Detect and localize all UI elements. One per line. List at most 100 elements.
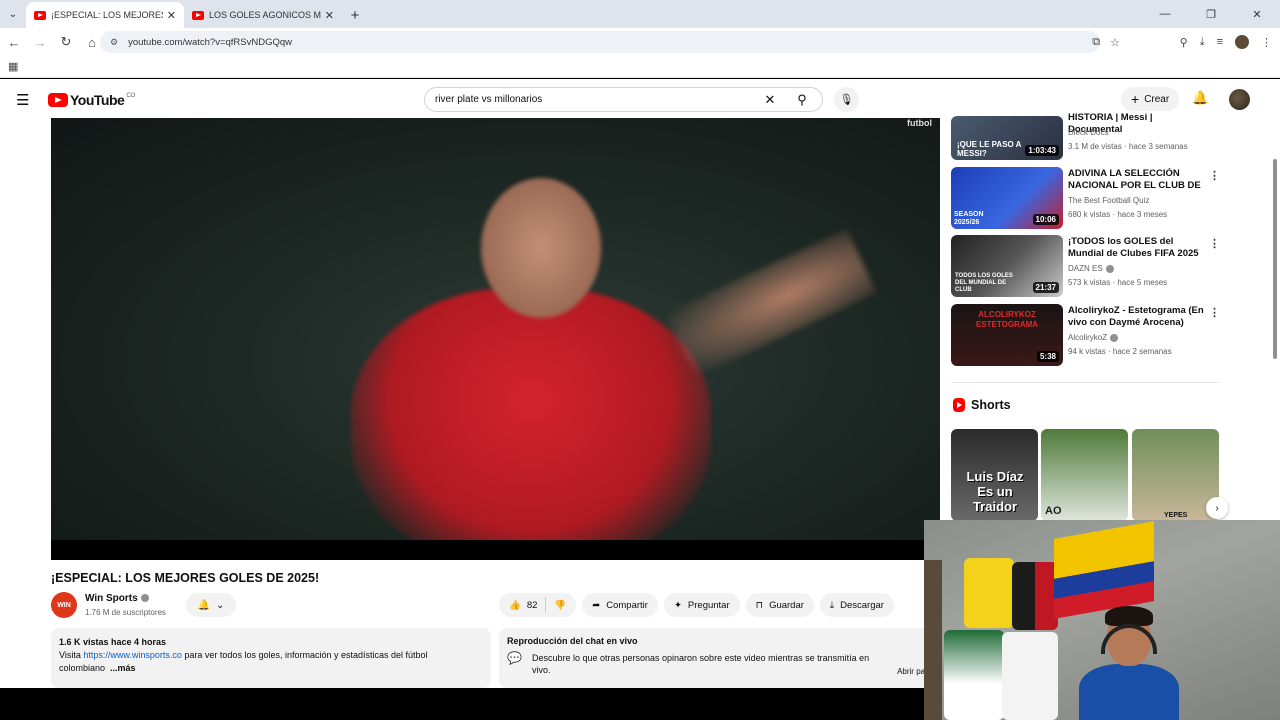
player-red-jersey <box>351 288 711 560</box>
microphone-icon[interactable]: 🎙 <box>834 87 859 112</box>
save-button[interactable]: ⊓ Guardar <box>745 593 814 617</box>
back-icon[interactable]: ← <box>2 35 26 50</box>
restore-icon[interactable]: ❐ <box>1188 0 1234 28</box>
browser-menu-icon[interactable]: ⋮ <box>1261 36 1272 49</box>
close-window-icon[interactable]: ✕ <box>1234 0 1280 28</box>
description-suffix: para ver todos los goles, información y … <box>181 650 428 660</box>
more-options-icon[interactable]: ⋮ <box>1209 237 1220 250</box>
channel-name[interactable]: Win Sports <box>85 593 149 604</box>
bookmark-star-icon[interactable]: ☆ <box>1110 36 1120 49</box>
video-thumbnail[interactable]: SEASON 2025/26 10:06 <box>951 167 1063 229</box>
apps-grid-icon[interactable]: ▦ <box>8 60 18 73</box>
like-button[interactable]: 👍 82 <box>499 597 547 613</box>
recommended-channel[interactable]: AlcolirykoZ <box>1068 333 1119 342</box>
channel-avatar[interactable]: WIN <box>51 592 77 618</box>
browser-tab-active[interactable]: ¡ESPECIAL: LOS MEJORES GOLE ✕ <box>26 2 184 28</box>
download-button[interactable]: ⤓ Descargar <box>819 593 894 617</box>
bookmark-icon: ⊓ <box>755 599 764 611</box>
plus-icon: + <box>1131 91 1140 107</box>
download-arrow-icon: ⤓ <box>829 599 835 611</box>
tab-label: ¡ESPECIAL: LOS MEJORES GOLE <box>51 10 163 20</box>
dislike-button[interactable]: 👎 <box>546 600 576 611</box>
minimize-icon[interactable]: — <box>1142 0 1188 28</box>
scrollbar-thumb[interactable] <box>1273 159 1277 359</box>
address-bar[interactable]: ⚙ youtube.com/watch?v=qfRSvNDGQqw <box>100 31 1100 53</box>
verified-icon <box>1105 264 1114 273</box>
subscriber-count: 1.76 M de suscriptores <box>85 608 166 617</box>
next-arrow-icon[interactable]: › <box>1206 497 1228 519</box>
recommended-title[interactable]: ADIVINA LA SELECCIÓN NACIONAL POR EL CLU… <box>1068 168 1208 193</box>
country-code: CO <box>126 93 136 99</box>
recommended-video[interactable]: ¡QUE LE PASO A MESSI? 1:03:43 HISTORIA |… <box>951 112 1221 162</box>
live-chat-replay-panel: Reproducción del chat en vivo 💬 Descubre… <box>499 628 940 688</box>
close-tab-icon[interactable]: ✕ <box>325 9 334 22</box>
account-avatar[interactable] <box>1229 89 1250 110</box>
recommended-channel[interactable]: Dieck Docs <box>1068 128 1108 137</box>
verified-icon <box>1110 333 1119 342</box>
youtube-logo[interactable]: YouTube CO <box>48 92 135 108</box>
more-options-icon[interactable]: ⋮ <box>1209 169 1220 182</box>
browser-tab[interactable]: LOS GOLES AGONICOS MÁS E ✕ <box>184 2 342 28</box>
recommended-title[interactable]: ¡TODOS los GOLES del Mundial de Clubes F… <box>1068 236 1208 261</box>
video-thumbnail[interactable]: TODOS LOS GOLES DEL MUNDIAL DE CLUB 21:3… <box>951 235 1063 297</box>
taskbar-strip <box>0 688 924 720</box>
green-white-jersey <box>944 630 1004 720</box>
recommended-video[interactable]: SEASON 2025/26 10:06 ADIVINA LA SELECCIÓ… <box>951 167 1221 231</box>
clear-search-icon[interactable]: ✕ <box>758 92 782 108</box>
player-head <box>481 178 601 318</box>
recommended-video[interactable]: TODOS LOS GOLES DEL MUNDIAL DE CLUB 21:3… <box>951 235 1221 299</box>
profile-avatar[interactable] <box>1235 35 1249 49</box>
download-icon[interactable]: ⤓ <box>1200 36 1205 49</box>
tab-search-icon[interactable]: ⌄ <box>0 0 26 28</box>
more-options-icon[interactable]: ⋮ <box>1209 306 1220 319</box>
thumbnail-caption: ALCOLIRYKOZ ESTETOGRAMA <box>975 310 1039 329</box>
short-video[interactable]: Luis Díaz Es un Traidor <box>951 429 1038 521</box>
thumbs-down-icon: 👎 <box>554 599 567 611</box>
youtube-favicon-icon <box>34 10 46 20</box>
recommended-channel[interactable]: DAZN ES <box>1068 264 1114 273</box>
chat-replay-title: Reproducción del chat en vivo <box>507 636 638 646</box>
recommended-channel[interactable]: The Best Football Quiz <box>1068 196 1149 205</box>
description-box[interactable]: 1.6 K vistas hace 4 horas Visita https:/… <box>51 628 491 688</box>
search-icon[interactable]: ⚲ <box>782 87 822 112</box>
reload-icon[interactable]: ↻ <box>54 34 78 50</box>
recommended-meta: 3.1 M de vistas · hace 3 semanas <box>1068 142 1188 151</box>
install-app-icon[interactable]: ⧉ <box>1092 36 1100 49</box>
video-title: ¡ESPECIAL: LOS MEJORES GOLES DE 2025! <box>51 571 320 585</box>
subscription-bell-button[interactable]: 🔔 ⌄ <box>186 593 236 617</box>
chat-replay-text: Descubre lo que otras personas opinaron … <box>531 653 870 675</box>
bookmarks-bar: ▦ <box>0 56 1280 78</box>
recommended-channel-name[interactable]: DAZN ES <box>1068 264 1103 273</box>
verified-icon <box>140 594 149 603</box>
extensions-icon[interactable]: ⚲ <box>1180 36 1188 49</box>
video-duration: 1:03:43 <box>1025 145 1059 156</box>
description-link[interactable]: https://www.winsports.co <box>83 650 182 660</box>
forward-icon[interactable]: → <box>28 35 52 50</box>
menu-icon[interactable]: ☰ <box>16 91 29 109</box>
recommended-title[interactable]: AlcolirykoZ - Estetograma (En vivo con D… <box>1068 305 1208 329</box>
ask-button[interactable]: ✦ Preguntar <box>663 593 740 617</box>
browser-toolbar: ← → ↻ ⌂ ⚙ youtube.com/watch?v=qfRSvNDGQq… <box>0 28 1280 56</box>
recommended-video[interactable]: ALCOLIRYKOZ ESTETOGRAMA 5:38 AlcolirykoZ… <box>951 304 1221 368</box>
close-tab-icon[interactable]: ✕ <box>167 9 176 22</box>
video-thumbnail[interactable]: ALCOLIRYKOZ ESTETOGRAMA 5:38 <box>951 304 1063 366</box>
video-player[interactable]: futbol <box>51 118 940 560</box>
new-tab-button[interactable]: + <box>342 2 368 28</box>
recommended-channel-name[interactable]: AlcolirykoZ <box>1068 333 1107 342</box>
show-more-link[interactable]: ...más <box>110 663 136 673</box>
description-line: Visita https://www.winsports.co para ver… <box>59 649 483 662</box>
short-video[interactable]: AO <box>1041 429 1128 521</box>
colombia-flag <box>1054 521 1154 619</box>
shorts-header: Shorts <box>953 398 1011 412</box>
reading-list-icon[interactable]: ≡ <box>1217 36 1223 48</box>
site-info-icon[interactable]: ⚙ <box>110 37 118 48</box>
bell-icon: 🔔 <box>197 599 211 611</box>
video-thumbnail[interactable]: ¡QUE LE PASO A MESSI? 1:03:43 <box>951 116 1063 160</box>
create-button[interactable]: + Crear <box>1121 87 1180 111</box>
share-button[interactable]: ➦ Compartir <box>582 593 658 617</box>
channel-name-text[interactable]: Win Sports <box>85 593 138 604</box>
save-label: Guardar <box>769 599 804 611</box>
search-box[interactable]: river plate vs millonarios ✕ ⚲ <box>424 87 823 112</box>
notifications-bell-icon[interactable]: 🔔 <box>1192 90 1208 106</box>
search-input[interactable]: river plate vs millonarios <box>425 94 758 105</box>
